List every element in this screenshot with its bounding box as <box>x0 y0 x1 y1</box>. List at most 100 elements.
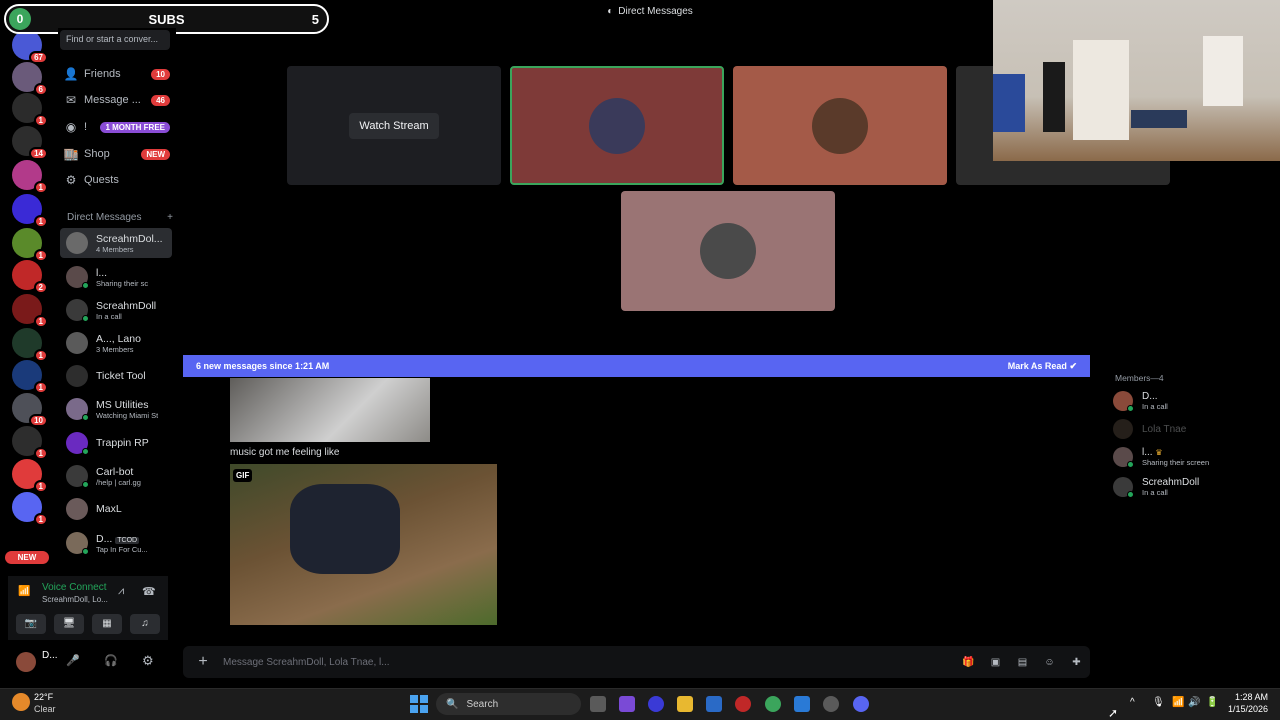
wifi-icon[interactable]: 📶 <box>1172 697 1184 708</box>
store-icon[interactable] <box>706 696 722 712</box>
member-name: D... <box>1142 391 1158 402</box>
server-icon[interactable]: 1 <box>12 194 48 228</box>
server-icon[interactable]: 1 <box>12 93 48 127</box>
chevron-up-icon[interactable]: ^ <box>1130 697 1135 708</box>
server-icon[interactable]: 14 <box>12 126 48 160</box>
member-item[interactable]: ScreahmDoll In a call <box>1113 475 1273 499</box>
server-icon[interactable]: 1 <box>12 328 48 362</box>
gif-picker-icon[interactable]: ▣ <box>982 657 1009 668</box>
server-icon[interactable]: 1 <box>12 294 48 328</box>
nav-friends[interactable]: 👤 Friends 10 <box>58 62 174 86</box>
watch-stream-button[interactable]: Watch Stream <box>349 112 439 139</box>
dm-item[interactable]: Carl-bot/help | carl.gg <box>60 461 172 491</box>
dm-item[interactable]: Trappin RP <box>60 428 172 458</box>
badge: 14 <box>29 147 48 160</box>
add-dm-button[interactable]: + <box>167 212 173 223</box>
avatar <box>66 232 88 254</box>
new-servers-pill[interactable]: NEW <box>5 551 49 564</box>
task-view-icon[interactable] <box>590 696 606 712</box>
dm-item[interactable]: MaxL <box>60 494 172 524</box>
stream-tile[interactable]: Watch Stream <box>287 66 501 185</box>
badge: 10 <box>29 414 48 427</box>
message-image[interactable] <box>230 378 430 442</box>
participant-tile[interactable] <box>621 191 835 311</box>
new-messages-banner[interactable]: 6 new messages since 1:21 AM Mark As Rea… <box>183 355 1090 377</box>
server-icon[interactable]: 2 <box>12 260 48 294</box>
member-item-offline[interactable]: Lola Tnae <box>1113 417 1273 441</box>
member-item[interactable]: l... ♛ Sharing their screen <box>1113 445 1273 469</box>
nav-quests[interactable]: ⚙ Quests <box>58 168 174 192</box>
headphones-icon[interactable]: 🎧 <box>104 654 118 667</box>
message-input[interactable]: Message ScreahmDoll, Lola Tnae, l... <box>223 657 955 668</box>
app-icon[interactable] <box>735 696 751 712</box>
weather-desc[interactable]: Clear <box>34 704 56 714</box>
settings-gear-icon[interactable]: ⚙ <box>142 653 154 669</box>
apps-icon[interactable]: ✚ <box>1063 657 1090 668</box>
chrome-icon[interactable] <box>765 696 781 712</box>
weather-temp[interactable]: 22°F <box>34 692 53 702</box>
clock-date[interactable]: 1/15/2026 <box>1222 704 1268 714</box>
dm-item[interactable]: MS Utilities Watching Miami St <box>60 394 172 424</box>
voice-status[interactable]: Voice Connect <box>42 582 107 593</box>
dm-sidebar: Find or start a conver... 👤 Friends 10 ✉… <box>58 28 176 572</box>
avatar[interactable] <box>16 652 36 672</box>
file-explorer-icon[interactable] <box>677 696 693 712</box>
mail-icon[interactable] <box>794 696 810 712</box>
signal-icon[interactable]: 📶 <box>18 586 30 597</box>
mark-as-read-button[interactable]: Mark As Read ✔ <box>1008 361 1077 372</box>
nav-message-requests[interactable]: ✉ Message ... 46 <box>58 88 174 112</box>
dm-item[interactable]: D... TCOD Tap In For Cu... <box>60 528 172 558</box>
app-icon[interactable] <box>648 696 664 712</box>
discord-server-icon[interactable]: 1 <box>12 459 48 493</box>
discord-icon[interactable] <box>853 696 869 712</box>
participant-tile-speaking[interactable] <box>510 66 724 185</box>
dm-item[interactable]: l... Sharing their sc <box>60 262 172 292</box>
quests-icon: ⚙ <box>65 173 77 187</box>
camera-button[interactable]: 📷 <box>16 614 46 634</box>
dm-item[interactable]: Ticket Tool <box>60 361 172 391</box>
sticker-icon[interactable]: ▤ <box>1009 657 1036 668</box>
screen-share-button[interactable]: 🖥 <box>54 614 84 634</box>
nav-nitro[interactable]: ◉ ! 1 MONTH FREE <box>58 115 174 139</box>
dm-item[interactable]: A..., Lano 3 Members <box>60 328 172 358</box>
windows-start-icon[interactable] <box>410 695 428 713</box>
friends-icon: 👤 <box>63 67 79 81</box>
server-icon[interactable]: 67 <box>12 30 48 64</box>
dm-item[interactable]: ScreahmDoll In a call <box>60 295 172 325</box>
emoji-icon[interactable]: ☺ <box>1036 657 1063 668</box>
battery-icon[interactable]: 🔋 <box>1206 697 1218 708</box>
server-icon[interactable]: 6 <box>12 62 48 96</box>
weather-icon[interactable] <box>12 693 30 711</box>
dm-search-input[interactable]: Find or start a conver... <box>60 30 170 50</box>
dm-name: ScreahmDoll <box>96 299 157 312</box>
dm-status: 3 Members <box>96 344 134 354</box>
voice-channel[interactable]: ScreahmDoll, Lo... <box>42 595 108 604</box>
app-icon[interactable] <box>823 696 839 712</box>
dm-item[interactable]: ScreahmDol... 4 Members <box>60 228 172 258</box>
discord-server-icon[interactable]: 1 <box>12 492 48 526</box>
activities-button[interactable]: ▦ <box>92 614 122 634</box>
add-attachment-icon[interactable]: + <box>183 653 223 671</box>
soundboard-button[interactable]: ♫ <box>130 614 160 634</box>
server-icon[interactable]: 1 <box>12 160 48 194</box>
microphone-icon[interactable]: 🎙 <box>1152 697 1165 708</box>
message-gif[interactable]: GIF <box>230 464 497 625</box>
disconnect-icon[interactable]: ☎ <box>142 585 156 598</box>
server-icon[interactable]: 1 <box>12 360 48 394</box>
nav-shop[interactable]: 🏬 Shop NEW <box>58 142 174 166</box>
microphone-icon[interactable]: 🎤 <box>66 654 80 667</box>
server-icon[interactable]: 1 <box>12 426 48 460</box>
message-composer[interactable]: + Message ScreahmDoll, Lola Tnae, l... 🎁… <box>183 646 1090 678</box>
gift-icon[interactable]: 🎁 <box>955 657 982 668</box>
discord-server-icon[interactable]: 10 <box>12 393 48 427</box>
avatar <box>66 465 89 488</box>
clock-time[interactable]: 1:28 AM <box>1228 692 1268 702</box>
member-item[interactable]: D... In a call <box>1113 389 1273 413</box>
copilot-icon[interactable] <box>619 696 635 712</box>
taskbar-search[interactable]: 🔍 Search <box>436 693 581 715</box>
participant-tile[interactable] <box>733 66 947 185</box>
volume-icon[interactable]: 🔊 <box>1188 697 1200 708</box>
message-requests-icon: ✉ <box>65 93 77 107</box>
noise-suppression-icon[interactable]: ⩘ <box>118 585 124 598</box>
server-icon[interactable]: 1 <box>12 228 48 262</box>
